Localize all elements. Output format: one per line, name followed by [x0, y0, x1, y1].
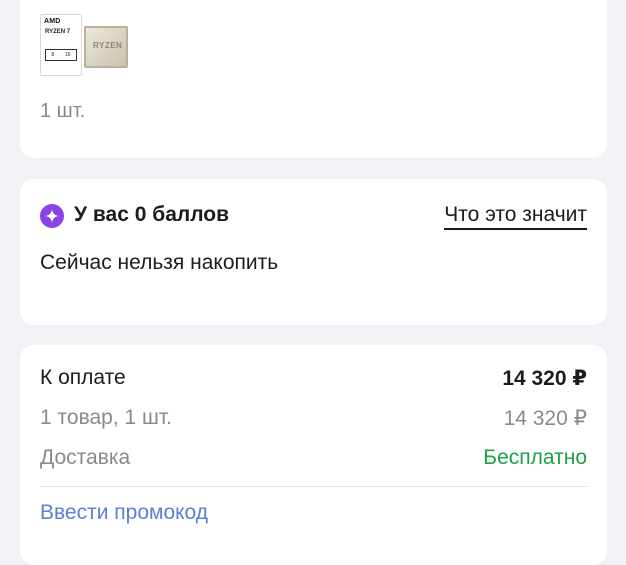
divider	[40, 486, 587, 487]
product-card: AMD RYZEN 7 8 16 RYZEN 1 шт.	[20, 0, 607, 158]
total-label: К оплате	[40, 366, 126, 389]
box-model: RYZEN 7	[45, 29, 71, 35]
box-brand: AMD	[44, 18, 61, 25]
items-row: 1 товар, 1 шт. 14 320 ₽	[40, 406, 587, 431]
product-chip-image: RYZEN	[84, 26, 128, 68]
total-amount: 14 320 ₽	[502, 367, 587, 390]
box-cores-value: 8	[51, 52, 55, 58]
points-subtitle: Сейчас нельзя накопить	[40, 251, 279, 274]
points-title: У вас 0 баллов	[74, 203, 230, 226]
delivery-value: Бесплатно	[483, 446, 587, 469]
product-quantity: 1 шт.	[40, 100, 86, 122]
items-amount: 14 320 ₽	[503, 407, 587, 430]
sparkle-icon	[40, 204, 64, 228]
product-thumbnail[interactable]: AMD RYZEN 7 8 16 RYZEN	[40, 14, 150, 76]
items-label: 1 товар, 1 шт.	[40, 406, 173, 429]
order-summary-card: К оплате 14 320 ₽ 1 товар, 1 шт. 14 320 …	[20, 345, 607, 565]
product-box-image: AMD RYZEN 7 8 16	[40, 14, 82, 76]
points-card: У вас 0 баллов Что это значит Сейчас нел…	[20, 179, 607, 325]
box-threads-value: 16	[65, 52, 71, 58]
total-row: К оплате 14 320 ₽	[40, 366, 587, 391]
delivery-row: Доставка Бесплатно	[40, 446, 587, 470]
delivery-label: Доставка	[40, 446, 131, 469]
box-cores: 8 16	[45, 49, 77, 61]
points-info-link[interactable]: Что это значит	[444, 203, 587, 230]
chip-label: RYZEN	[93, 41, 123, 50]
promo-code-link[interactable]: Ввести промокод	[40, 501, 208, 525]
